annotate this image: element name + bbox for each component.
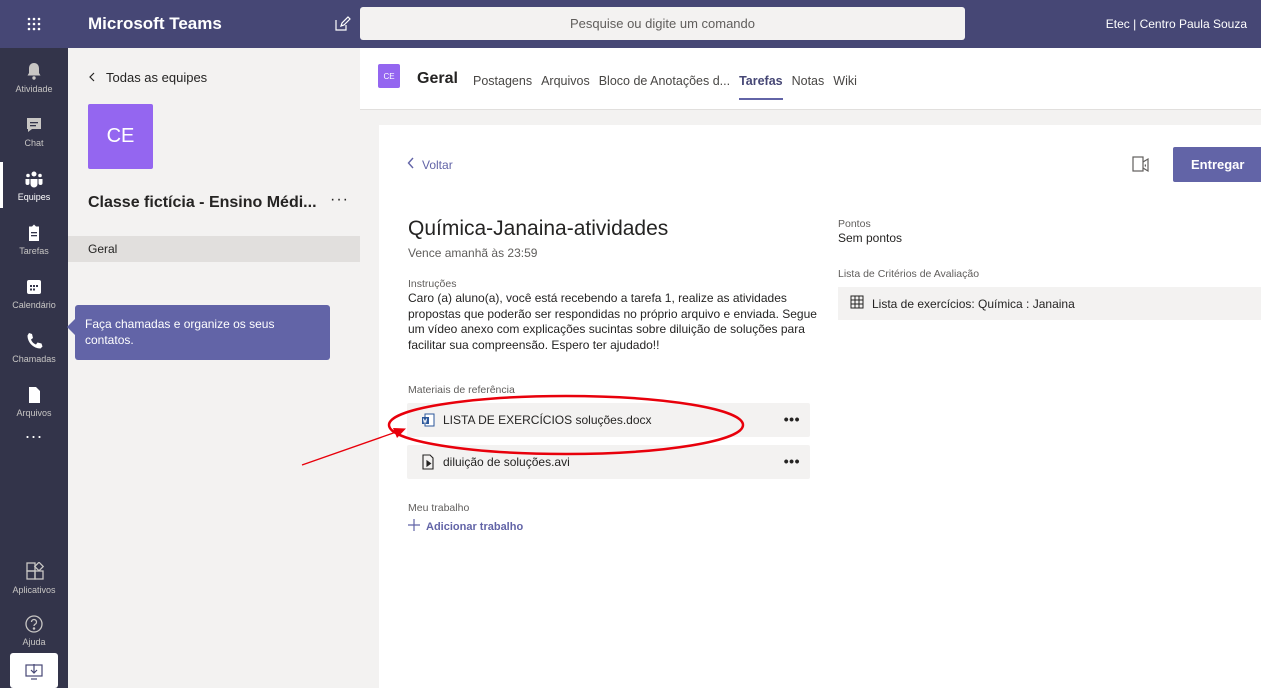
rail-item-atividade[interactable]: Atividade	[0, 50, 68, 104]
rail-label: Aplicativos	[12, 584, 56, 595]
channel-tabs: Postagens Arquivos Bloco de Anotações d.…	[473, 74, 857, 100]
chevron-left-icon	[407, 157, 415, 172]
my-work-label: Meu trabalho	[408, 502, 470, 514]
bell-icon	[27, 62, 41, 80]
chevron-left-icon	[88, 70, 96, 85]
file-item[interactable]: diluição de soluções.avi •••	[407, 445, 810, 479]
rail-item-chamadas[interactable]: Chamadas	[0, 320, 68, 374]
submit-button[interactable]: Entregar	[1173, 147, 1261, 182]
help-icon	[25, 614, 43, 633]
video-file-icon	[413, 454, 443, 470]
channel-header: CE Geral Postagens Arquivos Bloco de Ano…	[360, 48, 1261, 110]
add-work-button[interactable]: Adicionar trabalho	[408, 519, 523, 534]
rail-label: Calendário	[12, 299, 56, 310]
tab-bloco-de-anotacoes[interactable]: Bloco de Anotações d...	[599, 74, 730, 88]
file-name: diluição de soluções.avi	[443, 455, 570, 469]
calls-tooltip: Faça chamadas e organize os seus contato…	[67, 305, 330, 360]
instructions-label: Instruções	[408, 278, 457, 290]
add-work-label: Adicionar trabalho	[426, 520, 524, 533]
calendar-icon	[27, 279, 41, 294]
main-content: CE Geral Postagens Arquivos Bloco de Ano…	[360, 48, 1261, 688]
points-value: Sem pontos	[838, 231, 903, 245]
rail-label: Arquivos	[16, 407, 52, 418]
rail-label: Ajuda	[22, 636, 46, 647]
assignment-card: Voltar Entregar Química-Janaina-atividad…	[379, 125, 1261, 688]
instructions-text: Caro (a) aluno(a), você está recebendo a…	[408, 291, 817, 352]
rail-label: Atividade	[15, 83, 53, 94]
app-title: Microsoft Teams	[88, 14, 222, 33]
channel-name: Geral	[417, 70, 458, 87]
compose-icon[interactable]	[332, 14, 352, 34]
tab-notas[interactable]: Notas	[792, 74, 825, 88]
team-panel: Todas as equipes CE Classe fictícia - En…	[68, 48, 360, 688]
chat-icon	[27, 117, 41, 132]
rubric-item[interactable]: Lista de exercícios: Química : Janaina	[838, 287, 1261, 320]
file-item[interactable]: LISTA DE EXERCÍCIOS soluções.docx •••	[407, 403, 810, 437]
word-doc-icon	[413, 413, 443, 427]
rubric-name: Lista de exercícios: Química : Janaina	[872, 296, 1075, 311]
tab-wiki[interactable]: Wiki	[833, 74, 857, 88]
rail-item-tarefas[interactable]: Tarefas	[0, 212, 68, 266]
file-more-button[interactable]: •••	[784, 411, 800, 427]
grid-icon	[850, 295, 864, 312]
assignments-icon	[29, 224, 39, 241]
immersive-reader-icon[interactable]	[1131, 155, 1151, 175]
assignment-title: Química-Janaina-atividades	[408, 217, 669, 240]
files-icon	[29, 386, 40, 403]
materials-label: Materiais de referência	[408, 384, 515, 396]
team-avatar: CE	[88, 104, 153, 169]
rail-label: Chat	[24, 137, 44, 148]
phone-icon	[27, 332, 43, 348]
rail-label: Chamadas	[12, 353, 56, 364]
team-name: Classe fictícia - Ensino Médi...	[88, 194, 317, 211]
plus-icon	[408, 519, 420, 534]
teams-window: Microsoft Teams Pesquise ou digite um co…	[0, 0, 1261, 688]
channel-item-geral[interactable]: Geral	[68, 236, 360, 262]
rail-item-calendario[interactable]: Calendário	[0, 266, 68, 320]
apps-icon	[26, 561, 44, 580]
rail-label: Tarefas	[19, 245, 49, 256]
tab-postagens[interactable]: Postagens	[473, 74, 532, 88]
app-bar: Atividade Chat Equipes Tarefas Calendári…	[0, 48, 68, 688]
team-more-button[interactable]: ···	[330, 191, 349, 209]
rail-item-ajuda[interactable]: Ajuda	[0, 603, 68, 657]
points-label: Pontos	[838, 218, 871, 230]
back-button[interactable]: Voltar	[407, 157, 453, 172]
teams-icon	[25, 171, 43, 187]
file-name: LISTA DE EXERCÍCIOS soluções.docx	[443, 413, 652, 427]
rail-item-chat[interactable]: Chat	[0, 104, 68, 158]
due-date: Vence amanhã às 23:59	[408, 246, 538, 260]
rail-item-equipes[interactable]: Equipes	[0, 158, 68, 212]
channel-avatar: CE	[378, 64, 400, 88]
rail-item-aplicativos[interactable]: Aplicativos	[0, 551, 68, 605]
file-more-button[interactable]: •••	[784, 453, 800, 469]
all-teams-label: Todas as equipes	[106, 70, 208, 85]
tab-arquivos[interactable]: Arquivos	[541, 74, 590, 88]
rail-label: Equipes	[17, 191, 51, 202]
download-app-icon[interactable]	[10, 653, 58, 688]
rubric-label: Lista de Critérios de Avaliação	[838, 268, 980, 280]
rail-item-arquivos[interactable]: Arquivos	[0, 374, 68, 428]
tab-tarefas[interactable]: Tarefas	[739, 74, 783, 100]
top-bar: Microsoft Teams Pesquise ou digite um co…	[0, 0, 1261, 48]
all-teams-link[interactable]: Todas as equipes	[88, 70, 207, 85]
more-apps-button[interactable]: ...	[0, 422, 68, 443]
back-label: Voltar	[422, 157, 453, 172]
app-launcher-icon[interactable]	[0, 0, 68, 48]
search-input[interactable]: Pesquise ou digite um comando	[360, 7, 965, 40]
org-name[interactable]: Etec | Centro Paula Souza	[1106, 0, 1247, 48]
